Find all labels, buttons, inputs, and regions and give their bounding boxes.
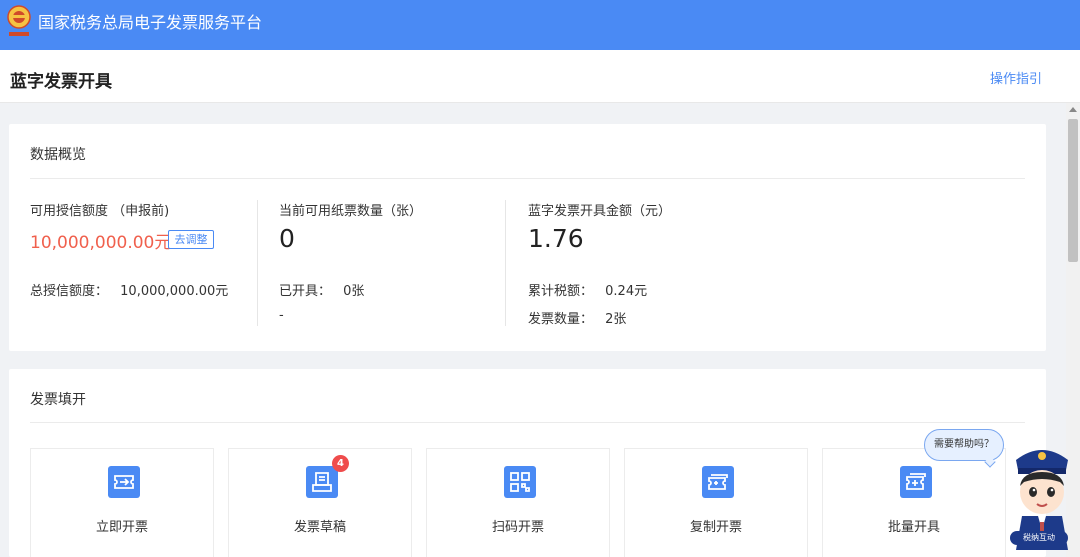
total-credit-line: 总授信额度： 10,000,000.00元 [30, 280, 228, 299]
paper-issued-line: 已开具： 0张 [279, 280, 364, 299]
paper-issued-value: 0张 [343, 284, 365, 299]
invoice-draft-tile[interactable]: 4 发票草稿 [228, 448, 412, 557]
scan-issue-tile[interactable]: 扫码开票 [426, 448, 610, 557]
paper-extra: - [279, 308, 284, 323]
batch-issue-tile[interactable]: 批量开具 [822, 448, 1006, 557]
overview-divider [30, 178, 1025, 179]
fill-divider [30, 422, 1025, 423]
scroll-up-icon[interactable] [1069, 107, 1077, 112]
adjust-button[interactable]: 去调整 [168, 230, 214, 249]
blue-amount-label: 蓝字发票开具金额（元） [528, 204, 672, 219]
blue-amount-value: 1.76 [528, 224, 584, 253]
tax-total-value: 0.24元 [605, 284, 648, 299]
blue-invoice-column: 蓝字发票开具金额（元） 1.76 累计税额： 0.24元 发票数量： 2张 [528, 200, 828, 327]
paper-label: 当前可用纸票数量（张） [279, 204, 423, 219]
operation-guide-link[interactable]: 操作指引 [990, 68, 1042, 87]
fill-header: 发票填开 [30, 392, 86, 408]
credit-column: 可用授信额度 （申报前) 10,000,000.00元 去调整 总授信额度： 1… [30, 200, 255, 299]
page-header: 蓝字发票开具 操作指引 [0, 50, 1080, 103]
invoice-fill-card: 发票填开 立即开票 4 发票草稿 扫码开票 复制开票 批量开具 [9, 369, 1046, 557]
qr-code-icon [504, 466, 536, 498]
total-credit-label: 总授信额度： [30, 284, 109, 299]
help-bubble[interactable]: 需要帮助吗？ [924, 429, 1004, 461]
invoice-count-line: 发票数量： 2张 [528, 308, 626, 327]
paper-column: 当前可用纸票数量（张） 0 已开具： 0张 - [279, 200, 504, 323]
total-credit-value: 10,000,000.00元 [120, 284, 229, 299]
overview-header: 数据概览 [30, 147, 86, 163]
credit-value: 10,000,000.00元 [30, 233, 172, 253]
paper-issued-label: 已开具： [279, 284, 332, 299]
issue-now-tile[interactable]: 立即开票 [30, 448, 214, 557]
copy-issue-tile[interactable]: 复制开票 [624, 448, 808, 557]
tile-label: 复制开票 [689, 520, 742, 535]
tax-total-label: 累计税额： [528, 284, 594, 299]
copy-ticket-icon [702, 466, 734, 498]
column-divider [505, 200, 506, 326]
draft-count-badge: 4 [332, 455, 349, 472]
batch-ticket-icon [900, 466, 932, 498]
invoice-count-value: 2张 [605, 312, 627, 327]
draft-doc-icon [306, 466, 338, 498]
tile-label: 发票草稿 [293, 520, 346, 535]
scroll-thumb[interactable] [1068, 119, 1078, 262]
data-overview-card: 数据概览 可用授信额度 （申报前) 10,000,000.00元 去调整 总授信… [9, 124, 1046, 351]
tile-label: 批量开具 [887, 520, 940, 535]
credit-label: 可用授信额度 （申报前) [30, 204, 170, 219]
page-title: 蓝字发票开具 [10, 72, 112, 92]
tax-emblem-icon [7, 5, 31, 36]
invoice-count-label: 发票数量： [528, 312, 594, 327]
assistant-tag: 税纳互动 [1010, 531, 1068, 545]
paper-count-value: 0 [279, 224, 295, 253]
platform-title: 国家税务总局电子发票服务平台 [38, 13, 263, 32]
tile-label: 立即开票 [95, 520, 148, 535]
column-divider [257, 200, 258, 326]
tax-total-line: 累计税额： 0.24元 [528, 280, 647, 299]
top-bar: 国家税务总局电子发票服务平台 [0, 0, 1080, 50]
tile-label: 扫码开票 [491, 520, 544, 535]
ticket-arrow-icon [108, 466, 140, 498]
